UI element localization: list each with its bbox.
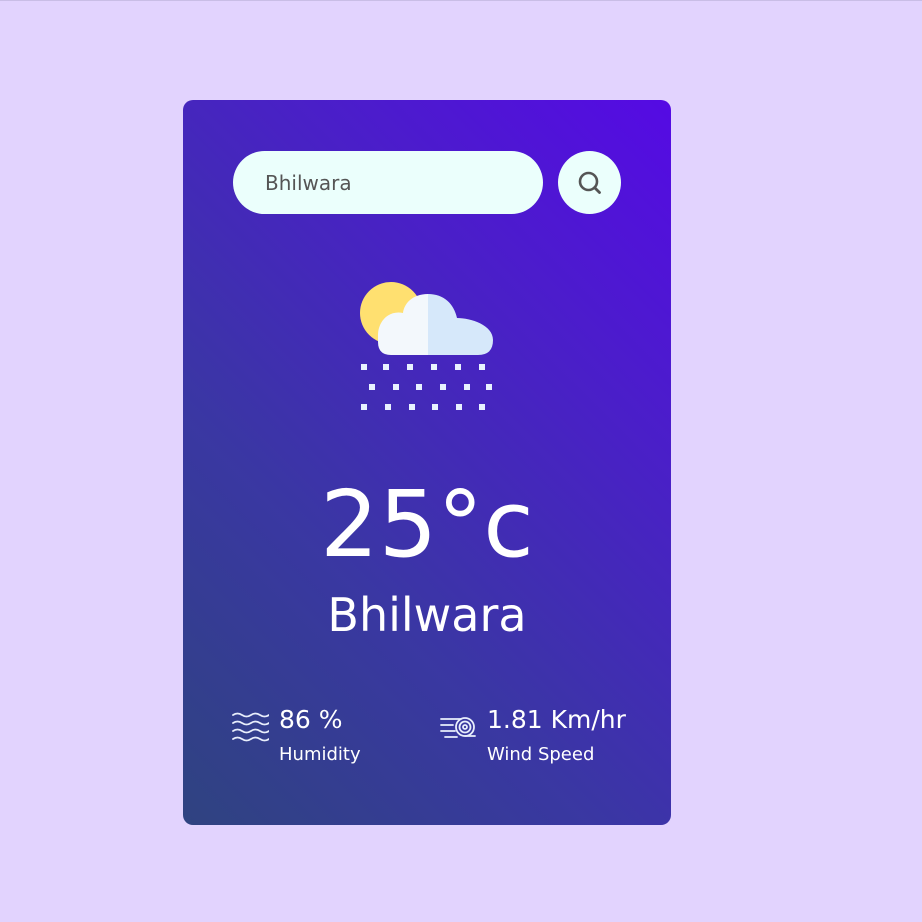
city-name: Bhilwara [327, 588, 527, 642]
humidity-waves-icon [232, 712, 269, 742]
sun-cloud-snow-icon [360, 282, 493, 410]
top-border [0, 0, 922, 1]
search-input-value: Bhilwara [265, 170, 352, 195]
weather-card: Bhilwara 25°c Bhilwara 86 % Humidity 1.8… [183, 100, 671, 825]
wind-section: 1.81 Km/hr Wind Speed [439, 705, 626, 767]
search-input[interactable]: Bhilwara [233, 151, 543, 214]
wind-icon [440, 717, 476, 738]
humidity-label: Humidity [279, 744, 361, 765]
search-button[interactable] [558, 151, 621, 214]
humidity-value: 86 % [279, 705, 343, 734]
search-icon [578, 171, 601, 194]
humidity-section: 86 % Humidity [231, 705, 361, 767]
temperature: 25°c [320, 471, 534, 578]
wind-speed-value: 1.81 Km/hr [487, 705, 626, 734]
wind-speed-label: Wind Speed [487, 744, 595, 765]
